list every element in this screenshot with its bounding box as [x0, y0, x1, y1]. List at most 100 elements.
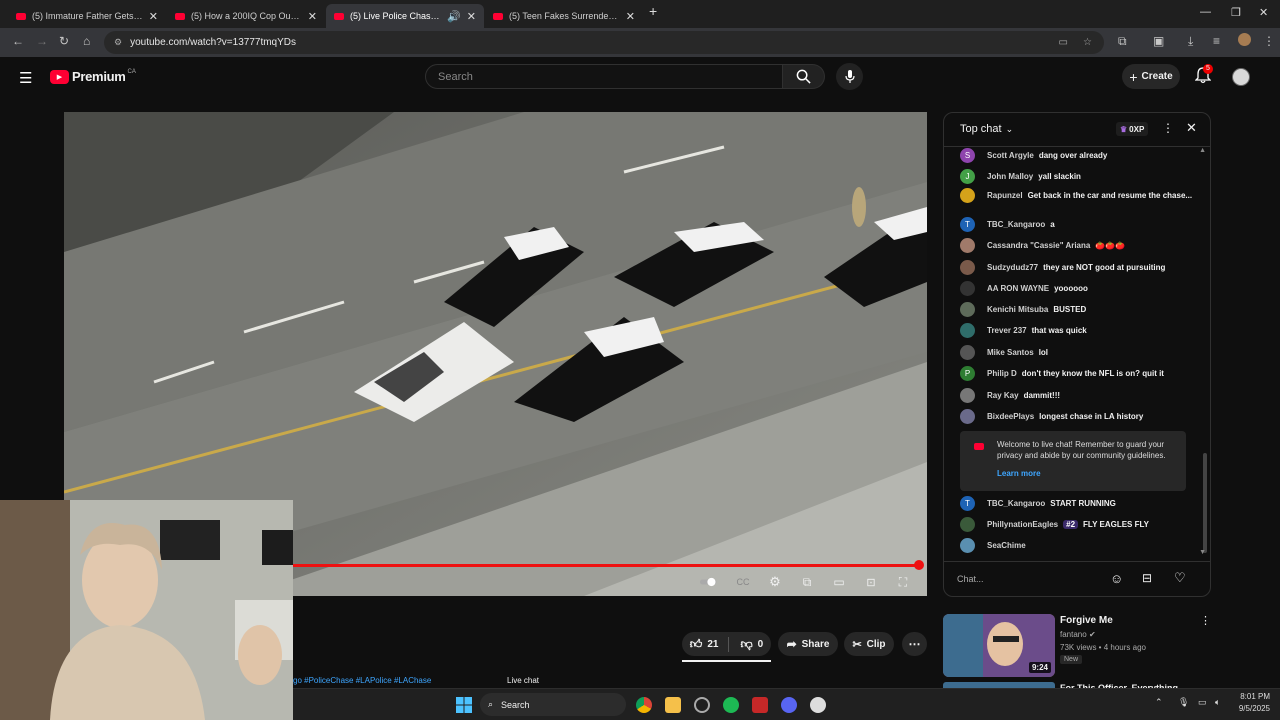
- chat-message[interactable]: Cassandra "Cassie" Ariana 🍅🍅🍅: [960, 238, 1200, 253]
- chat-avatar[interactable]: [960, 323, 975, 338]
- chat-author[interactable]: Rapunzel: [987, 191, 1023, 200]
- chat-avatar[interactable]: T: [960, 496, 975, 511]
- chat-message[interactable]: P Philip D don't they know the NFL is on? …: [960, 366, 1200, 381]
- chat-author[interactable]: PhillynationEagles: [987, 520, 1058, 529]
- chat-message[interactable]: T TBC_Kangaroo a: [960, 217, 1200, 232]
- chat-message[interactable]: Mike Santos lol: [960, 345, 1200, 360]
- video-title[interactable]: Forgive Me: [1060, 615, 1113, 626]
- chat-author[interactable]: TBC_Kangaroo: [987, 499, 1045, 508]
- profile-avatar[interactable]: [1238, 33, 1251, 46]
- video-scrubber-handle[interactable]: [914, 560, 924, 570]
- learn-more-link[interactable]: Learn more: [997, 468, 1041, 479]
- chat-author[interactable]: TBC_Kangaroo: [987, 220, 1045, 229]
- chat-message[interactable]: SeaChime: [960, 538, 1200, 553]
- chrome-icon[interactable]: [636, 697, 652, 713]
- chat-author[interactable]: AA RON WAYNE: [987, 284, 1049, 293]
- chat-mode-dropdown[interactable]: Top chat ⌄: [960, 123, 1013, 135]
- close-tab-icon[interactable]: ✕: [626, 10, 635, 23]
- close-chat-icon[interactable]: ✕: [1186, 120, 1197, 136]
- create-button[interactable]: + Create: [1122, 64, 1180, 89]
- download-icon[interactable]: ⤓: [1188, 34, 1193, 49]
- back-icon[interactable]: ←: [12, 34, 24, 48]
- home-icon[interactable]: ⌂: [83, 34, 90, 48]
- settings-gear-icon[interactable]: ⚙: [766, 574, 784, 590]
- super-chat-icon[interactable]: ⊟: [1142, 571, 1152, 585]
- maximize-icon[interactable]: ❐: [1231, 6, 1241, 19]
- clip-button[interactable]: ✂ Clip: [844, 632, 894, 656]
- chat-scrollbar[interactable]: [1203, 453, 1207, 553]
- dislike-button[interactable]: 👎︎ 0: [734, 637, 763, 652]
- video-menu-icon[interactable]: ⋮: [1200, 614, 1211, 627]
- scroll-up-icon[interactable]: ▲: [1199, 147, 1206, 154]
- close-window-icon[interactable]: ✕: [1259, 6, 1268, 19]
- video-hashtags[interactable]: go #PoliceChase #LAPolice #LAChase: [293, 676, 431, 685]
- voice-search-button[interactable]: [836, 63, 863, 90]
- chat-message[interactable]: Kenichi Mitsuba BUSTED: [960, 302, 1200, 317]
- display-icon[interactable]: ▭: [1198, 697, 1207, 708]
- notifications-button[interactable]: 5: [1194, 64, 1213, 85]
- chat-avatar[interactable]: [960, 238, 975, 253]
- chat-message[interactable]: J John Malloy yall slackin: [960, 169, 1200, 184]
- taskbar-time[interactable]: 8:01 PM: [1233, 692, 1270, 701]
- chat-author[interactable]: Kenichi Mitsuba: [987, 305, 1048, 314]
- like-button[interactable]: 👍︎ 21: [690, 636, 730, 652]
- fullscreen-icon[interactable]: ⛶: [894, 574, 912, 590]
- chat-input[interactable]: Chat...: [957, 570, 1097, 588]
- media-icon[interactable]: ≡: [1213, 34, 1220, 48]
- chat-avatar[interactable]: T: [960, 217, 975, 232]
- chat-avatar[interactable]: [960, 409, 975, 424]
- chat-avatar[interactable]: [960, 302, 975, 317]
- microphone-tray-icon[interactable]: 🎙︎: [1178, 697, 1189, 708]
- cast-icon[interactable]: ▭: [1059, 37, 1068, 48]
- close-tab-icon[interactable]: ✕: [149, 10, 158, 23]
- chat-author[interactable]: John Malloy: [987, 172, 1033, 181]
- scroll-down-icon[interactable]: ▼: [1199, 549, 1206, 556]
- chat-author[interactable]: SeaChime: [987, 541, 1026, 550]
- site-info-icon[interactable]: ⚙: [114, 37, 122, 48]
- chat-message[interactable]: PhillynationEagles #2 FLY EAGLES FLY: [960, 517, 1200, 532]
- chat-avatar[interactable]: [960, 388, 975, 403]
- app-icon[interactable]: [810, 697, 826, 713]
- chat-author[interactable]: Mike Santos: [987, 348, 1034, 357]
- theater-mode-icon[interactable]: ▭: [830, 574, 848, 590]
- close-tab-icon[interactable]: ✕: [467, 10, 476, 23]
- browser-menu-icon[interactable]: ⋮: [1263, 34, 1275, 48]
- taskbar-search[interactable]: ⌕ Search: [480, 693, 626, 716]
- chat-avatar[interactable]: [960, 281, 975, 296]
- heart-icon[interactable]: ♡: [1174, 570, 1186, 586]
- youtube-logo[interactable]: ▶ Premium CA: [50, 69, 136, 84]
- chat-author[interactable]: Scott Argyle: [987, 151, 1034, 160]
- chat-message[interactable]: Trever 237 that was quick: [960, 323, 1200, 338]
- chat-message[interactable]: S Scott Argyle dang over already: [960, 148, 1200, 163]
- chat-author[interactable]: BixdeePlays: [987, 412, 1034, 421]
- xp-badge[interactable]: ♛ 0XP: [1116, 122, 1149, 136]
- chat-avatar[interactable]: J: [960, 169, 975, 184]
- file-explorer-icon[interactable]: [665, 697, 681, 713]
- browser-tab-active[interactable]: (5) Live Police Chase in LA 🔊 ✕: [326, 4, 484, 28]
- search-button[interactable]: [783, 64, 825, 89]
- captions-icon[interactable]: CC: [734, 574, 752, 590]
- browser-tab[interactable]: (5) How a 200IQ Cop Outsmart ✕: [167, 4, 325, 28]
- windows-start-icon[interactable]: [456, 697, 472, 718]
- chat-author[interactable]: Sudzydudz77: [987, 263, 1038, 272]
- reload-icon[interactable]: ↻: [59, 34, 69, 48]
- more-actions-icon[interactable]: ⋯: [902, 632, 927, 656]
- close-tab-icon[interactable]: ✕: [308, 10, 317, 23]
- tab-live-chat[interactable]: Live chat: [507, 676, 539, 685]
- discord-icon[interactable]: [781, 697, 797, 713]
- minimize-icon[interactable]: —: [1200, 6, 1211, 18]
- browser-tab[interactable]: (5) Teen Fakes Surrender... The ✕: [485, 4, 643, 28]
- cast-icon[interactable]: ⊡: [862, 574, 880, 590]
- spotify-icon[interactable]: [723, 697, 739, 713]
- chat-author[interactable]: Trever 237: [987, 326, 1027, 335]
- chat-avatar[interactable]: [960, 188, 975, 203]
- search-input[interactable]: Search: [425, 64, 783, 89]
- extensions-icon[interactable]: ⧉: [1118, 34, 1127, 49]
- chat-message[interactable]: Ray Kay dammit!!!: [960, 388, 1200, 403]
- chat-message[interactable]: T TBC_Kangaroo START RUNNING: [960, 496, 1200, 511]
- address-bar[interactable]: ⚙ youtube.com/watch?v=13777tmqYDs ▭ ☆: [104, 31, 1104, 54]
- system-tray-chevron-icon[interactable]: ⌃: [1155, 697, 1163, 708]
- chat-avatar[interactable]: [960, 260, 975, 275]
- share-button[interactable]: ➦ Share: [778, 632, 838, 656]
- chat-author[interactable]: Philip D: [987, 369, 1017, 378]
